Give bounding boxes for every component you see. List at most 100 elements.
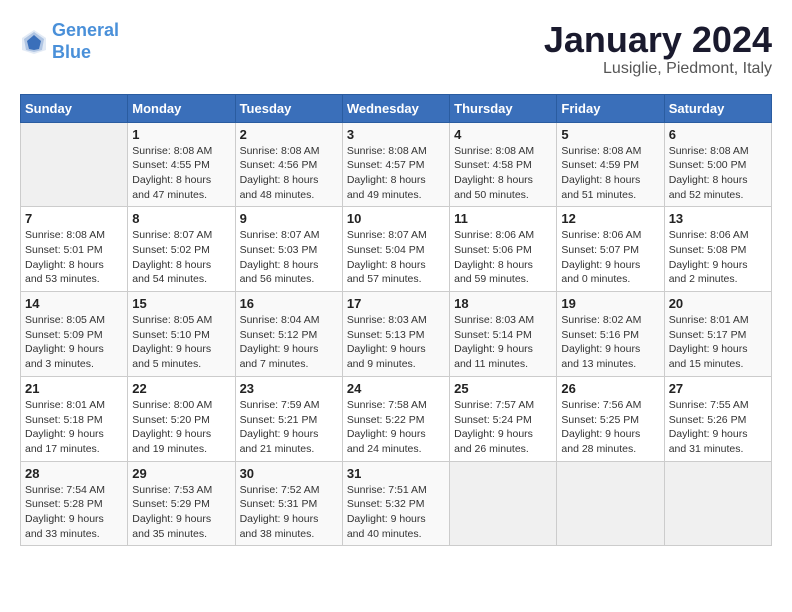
cell-info: Sunrise: 8:06 AMSunset: 5:08 PMDaylight:… [669,228,767,287]
cell-info: Sunrise: 7:58 AMSunset: 5:22 PMDaylight:… [347,398,445,457]
day-number: 22 [132,381,230,396]
cell-info: Sunrise: 8:03 AMSunset: 5:14 PMDaylight:… [454,313,552,372]
cell-info: Sunrise: 8:04 AMSunset: 5:12 PMDaylight:… [240,313,338,372]
logo: General Blue [20,20,119,63]
cell-info: Sunrise: 7:56 AMSunset: 5:25 PMDaylight:… [561,398,659,457]
cell-info: Sunrise: 8:05 AMSunset: 5:10 PMDaylight:… [132,313,230,372]
day-number: 8 [132,211,230,226]
cell-info: Sunrise: 8:01 AMSunset: 5:17 PMDaylight:… [669,313,767,372]
cell-info: Sunrise: 8:06 AMSunset: 5:06 PMDaylight:… [454,228,552,287]
calendar-cell: 1Sunrise: 8:08 AMSunset: 4:55 PMDaylight… [128,122,235,207]
cell-info: Sunrise: 8:08 AMSunset: 4:57 PMDaylight:… [347,144,445,203]
calendar-cell: 17 Sunrise: 8:03 AMSunset: 5:13 PMDayligh… [342,292,449,377]
calendar-cell: 16 Sunrise: 8:04 AMSunset: 5:12 PMDayligh… [235,292,342,377]
day-number: 26 [561,381,659,396]
day-number: 5 [561,127,659,142]
calendar-cell: 13 Sunrise: 8:06 AMSunset: 5:08 PMDayligh… [664,207,771,292]
calendar-cell: 29Sunrise: 7:53 AMSunset: 5:29 PMDayligh… [128,461,235,546]
day-number: 31 [347,466,445,481]
cell-info: Sunrise: 8:08 AMSunset: 5:00 PMDaylight:… [669,144,767,203]
calendar-cell: 21Sunrise: 8:01 AMSunset: 5:18 PMDayligh… [21,376,128,461]
calendar-cell: 7 Sunrise: 8:08 AMSunset: 5:01 PMDaylight… [21,207,128,292]
day-number: 2 [240,127,338,142]
calendar-cell: 18Sunrise: 8:03 AMSunset: 5:14 PMDayligh… [450,292,557,377]
calendar-cell: 3 Sunrise: 8:08 AMSunset: 4:57 PMDaylight… [342,122,449,207]
title-block: January 2024 Lusiglie, Piedmont, Italy [544,20,772,78]
calendar-cell [450,461,557,546]
calendar-cell: 26 Sunrise: 7:56 AMSunset: 5:25 PMDayligh… [557,376,664,461]
day-number: 13 [669,211,767,226]
day-number: 11 [454,211,552,226]
cell-info: Sunrise: 7:52 AMSunset: 5:31 PMDaylight:… [240,483,338,542]
cell-info: Sunrise: 8:08 AMSunset: 4:55 PMDaylight:… [132,144,230,203]
week-row-5: 28 Sunrise: 7:54 AMSunset: 5:28 PMDayligh… [21,461,772,546]
weekday-header-tuesday: Tuesday [235,94,342,122]
calendar-cell: 25 Sunrise: 7:57 AMSunset: 5:24 PMDayligh… [450,376,557,461]
calendar-cell [557,461,664,546]
location: Lusiglie, Piedmont, Italy [544,60,772,78]
day-number: 3 [347,127,445,142]
calendar-cell: 2 Sunrise: 8:08 AMSunset: 4:56 PMDaylight… [235,122,342,207]
day-number: 24 [347,381,445,396]
cell-info: Sunrise: 8:08 AMSunset: 4:59 PMDaylight:… [561,144,659,203]
day-number: 28 [25,466,123,481]
month-title: January 2024 [544,20,772,60]
day-number: 17 [347,296,445,311]
logo-general: General [52,20,119,40]
day-number: 23 [240,381,338,396]
cell-info: Sunrise: 7:59 AMSunset: 5:21 PMDaylight:… [240,398,338,457]
logo-text: General Blue [52,20,119,63]
cell-info: Sunrise: 7:54 AMSunset: 5:28 PMDaylight:… [25,483,123,542]
day-number: 30 [240,466,338,481]
calendar-cell: 5 Sunrise: 8:08 AMSunset: 4:59 PMDaylight… [557,122,664,207]
day-number: 20 [669,296,767,311]
calendar-cell: 8 Sunrise: 8:07 AMSunset: 5:02 PMDaylight… [128,207,235,292]
week-row-4: 21Sunrise: 8:01 AMSunset: 5:18 PMDayligh… [21,376,772,461]
cell-info: Sunrise: 8:08 AMSunset: 4:58 PMDaylight:… [454,144,552,203]
calendar-cell: 20 Sunrise: 8:01 AMSunset: 5:17 PMDayligh… [664,292,771,377]
week-row-3: 14Sunrise: 8:05 AMSunset: 5:09 PMDayligh… [21,292,772,377]
calendar-cell [21,122,128,207]
calendar-cell: 10Sunrise: 8:07 AMSunset: 5:04 PMDayligh… [342,207,449,292]
cell-info: Sunrise: 8:03 AMSunset: 5:13 PMDaylight:… [347,313,445,372]
cell-info: Sunrise: 7:51 AMSunset: 5:32 PMDaylight:… [347,483,445,542]
day-number: 27 [669,381,767,396]
calendar-cell: 9 Sunrise: 8:07 AMSunset: 5:03 PMDaylight… [235,207,342,292]
calendar-cell: 31 Sunrise: 7:51 AMSunset: 5:32 PMDayligh… [342,461,449,546]
cell-info: Sunrise: 7:53 AMSunset: 5:29 PMDaylight:… [132,483,230,542]
cell-info: Sunrise: 8:00 AMSunset: 5:20 PMDaylight:… [132,398,230,457]
weekday-header-friday: Friday [557,94,664,122]
cell-info: Sunrise: 8:02 AMSunset: 5:16 PMDaylight:… [561,313,659,372]
page-header: General Blue January 2024 Lusiglie, Pied… [20,20,772,78]
weekday-header-saturday: Saturday [664,94,771,122]
cell-info: Sunrise: 7:57 AMSunset: 5:24 PMDaylight:… [454,398,552,457]
day-number: 6 [669,127,767,142]
cell-info: Sunrise: 8:07 AMSunset: 5:02 PMDaylight:… [132,228,230,287]
calendar-cell: 28 Sunrise: 7:54 AMSunset: 5:28 PMDayligh… [21,461,128,546]
cell-info: Sunrise: 8:07 AMSunset: 5:03 PMDaylight:… [240,228,338,287]
weekday-header-wednesday: Wednesday [342,94,449,122]
weekday-header-thursday: Thursday [450,94,557,122]
logo-blue: Blue [52,42,91,62]
day-number: 15 [132,296,230,311]
cell-info: Sunrise: 8:07 AMSunset: 5:04 PMDaylight:… [347,228,445,287]
calendar-cell: 14Sunrise: 8:05 AMSunset: 5:09 PMDayligh… [21,292,128,377]
calendar-cell: 22 Sunrise: 8:00 AMSunset: 5:20 PMDayligh… [128,376,235,461]
cell-info: Sunrise: 8:08 AMSunset: 4:56 PMDaylight:… [240,144,338,203]
day-number: 16 [240,296,338,311]
calendar-cell: 15 Sunrise: 8:05 AMSunset: 5:10 PMDayligh… [128,292,235,377]
day-number: 4 [454,127,552,142]
day-number: 25 [454,381,552,396]
week-row-1: 1Sunrise: 8:08 AMSunset: 4:55 PMDaylight… [21,122,772,207]
cell-info: Sunrise: 8:06 AMSunset: 5:07 PMDaylight:… [561,228,659,287]
calendar-cell: 19Sunrise: 8:02 AMSunset: 5:16 PMDayligh… [557,292,664,377]
cell-info: Sunrise: 8:08 AMSunset: 5:01 PMDaylight:… [25,228,123,287]
calendar-cell: 23 Sunrise: 7:59 AMSunset: 5:21 PMDayligh… [235,376,342,461]
day-number: 9 [240,211,338,226]
weekday-header-monday: Monday [128,94,235,122]
day-number: 7 [25,211,123,226]
cell-info: Sunrise: 8:05 AMSunset: 5:09 PMDaylight:… [25,313,123,372]
calendar-cell: 6 Sunrise: 8:08 AMSunset: 5:00 PMDaylight… [664,122,771,207]
calendar-cell [664,461,771,546]
calendar-cell: 30 Sunrise: 7:52 AMSunset: 5:31 PMDayligh… [235,461,342,546]
